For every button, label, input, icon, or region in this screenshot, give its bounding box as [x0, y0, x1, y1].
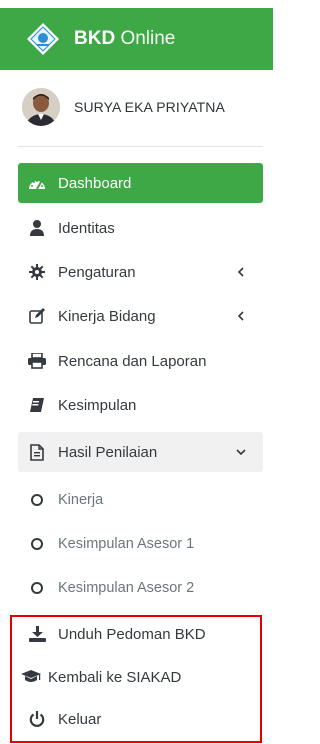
- user-icon: [26, 217, 48, 239]
- menu-label: Keluar: [58, 710, 102, 728]
- menu-label: Hasil Penilaian: [58, 443, 158, 461]
- menu-label: Identitas: [58, 219, 115, 237]
- download-icon: [26, 623, 48, 645]
- menu-label: Kinerja: [58, 492, 104, 508]
- chevron-down-icon: [235, 443, 247, 461]
- menu-label: Kinerja Bidang: [58, 307, 156, 325]
- menu-item-unduh-pedoman[interactable]: Unduh Pedoman BKD: [18, 614, 263, 654]
- menu-item-kinerja-bidang[interactable]: Kinerja Bidang: [18, 296, 263, 336]
- menu-label: Kesimpulan Asesor 1: [58, 536, 195, 552]
- book-icon: [26, 394, 48, 416]
- top-strip: [0, 0, 273, 8]
- graduation-cap-icon: [20, 666, 42, 688]
- menu-item-dashboard[interactable]: Dashboard: [18, 163, 263, 203]
- menu-item-kembali-siakad[interactable]: Kembali ke SIAKAD: [12, 657, 257, 697]
- brand-title: BKD Online: [74, 28, 175, 50]
- menu-label: Rencana dan Laporan: [58, 352, 207, 370]
- circle-icon: [26, 489, 48, 511]
- avatar: [22, 88, 60, 126]
- menu-item-identitas[interactable]: Identitas: [18, 208, 263, 248]
- user-panel[interactable]: SURYA EKA PRIYATNA: [0, 78, 273, 136]
- circle-icon: [26, 533, 48, 555]
- power-icon: [26, 708, 48, 730]
- printer-icon: [26, 350, 48, 372]
- submenu-item-kinerja[interactable]: Kinerja: [18, 480, 263, 520]
- chevron-left-icon: [235, 307, 247, 325]
- submenu-item-kesimpulan-asesor-1[interactable]: Kesimpulan Asesor 1: [18, 524, 263, 564]
- menu-item-hasil-penilaian[interactable]: Hasil Penilaian: [18, 432, 263, 472]
- menu-label: Kesimpulan: [58, 396, 137, 414]
- menu-item-rencana-laporan[interactable]: Rencana dan Laporan: [18, 341, 263, 381]
- menu-label: Unduh Pedoman BKD: [58, 625, 206, 643]
- user-name: SURYA EKA PRIYATNA: [74, 99, 225, 115]
- menu-item-keluar[interactable]: Keluar: [18, 699, 263, 739]
- menu-label: Dashboard: [58, 174, 132, 192]
- chevron-left-icon: [235, 263, 247, 281]
- edit-icon: [26, 305, 48, 327]
- submenu-item-kesimpulan-asesor-2[interactable]: Kesimpulan Asesor 2: [18, 568, 263, 608]
- circle-icon: [26, 577, 48, 599]
- menu-label: Pengaturan: [58, 263, 136, 281]
- menu-label: Kembali ke SIAKAD: [48, 668, 182, 686]
- menu-item-pengaturan[interactable]: Pengaturan: [18, 252, 263, 292]
- divider: [18, 146, 263, 147]
- brand-bold: BKD: [74, 28, 116, 49]
- gear-icon: [26, 261, 48, 283]
- menu-label: Kesimpulan Asesor 2: [58, 580, 195, 596]
- menu-item-kesimpulan[interactable]: Kesimpulan: [18, 385, 263, 425]
- logo-icon: [26, 22, 60, 56]
- brand-header[interactable]: BKD Online: [0, 8, 273, 70]
- dashboard-gauge-icon: [26, 172, 48, 194]
- document-icon: [26, 441, 48, 463]
- brand-light: Online: [120, 28, 176, 49]
